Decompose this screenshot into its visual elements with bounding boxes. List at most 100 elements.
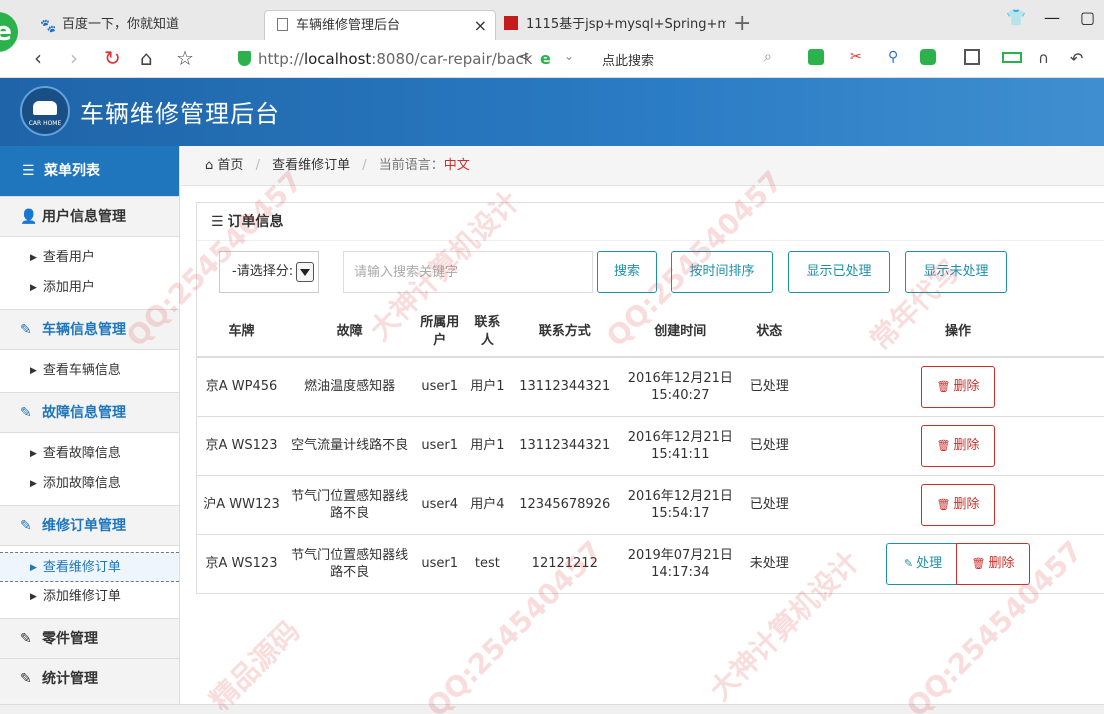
sidebar-item-view-users[interactable]: ▶ 查看用户 [0, 243, 179, 273]
sidebar-group-vehicles[interactable]: ✎ 车辆信息管理 [0, 309, 179, 349]
sidebar: ☰ 菜单列表 👤 用户信息管理 ▶ 查看用户 ▶ 添加用户 ✎ 车辆信息管理 ▶ 查看车辆信… [0, 146, 180, 714]
sidebar-group-faults[interactable]: ✎ 故障信息管理 [0, 392, 179, 432]
search-input[interactable] [343, 251, 593, 293]
cell-user: user1 [413, 533, 467, 593]
status-badge: 未处理 [739, 533, 799, 593]
col-created: 创建时间 [620, 307, 740, 358]
cell-fault: 燃油温度感知器 [286, 356, 414, 416]
magnifier-icon[interactable]: ⚲ [888, 49, 904, 65]
browser-tab-active[interactable]: 车辆维修管理后台 × [264, 10, 496, 40]
url-field[interactable]: http://localhost:8080/car-repair/back [230, 44, 590, 74]
close-tab-icon[interactable]: × [474, 11, 487, 40]
skin-icon[interactable]: 👕 [1006, 8, 1026, 27]
cell-created: 2016年12月21日 15:54:17 [620, 474, 740, 534]
table-row: 京A WP456 燃油温度感知器 user1 用户1 13112344321 2… [197, 356, 1104, 416]
cell-fault: 空气流量计线路不良 [286, 415, 414, 475]
delete-button[interactable]: 🗑 删除 [955, 542, 1030, 585]
chevron-down-icon [296, 262, 314, 282]
scissors-icon[interactable]: ✂ [850, 49, 866, 65]
breadcrumb-home[interactable]: 首页 [217, 158, 243, 173]
sidebar-group-users[interactable]: 👤 用户信息管理 [0, 196, 179, 236]
sidebar-item-view-vehicles[interactable]: ▶ 查看车辆信息 [0, 356, 179, 386]
caret-right-icon: ▶ [30, 479, 37, 489]
process-button[interactable]: ✎ 处理 [885, 542, 960, 585]
cell-created: 2019年07月21日 14:17:34 [620, 533, 740, 593]
table-header-row: 车牌 故障 所属用户 联系人 联系方式 创建时间 状态 操作 [197, 307, 1104, 358]
delete-button[interactable]: 🗑 删除 [920, 365, 995, 408]
cell-fault: 节气门位置感知器线路不良 [286, 533, 414, 593]
chevron-down-icon[interactable]: ⌄ [564, 49, 580, 65]
caret-right-icon: ▶ [30, 592, 37, 602]
cell-created: 2016年12月21日 15:41:11 [620, 415, 740, 475]
search-hint[interactable]: 点此搜索 [602, 50, 654, 69]
refresh-icon[interactable]: ↻ [104, 46, 121, 70]
trash-icon: 🗑 [971, 556, 986, 570]
ie-compat-icon[interactable]: e [540, 49, 556, 68]
edit-icon: ✎ [20, 631, 32, 647]
caret-right-icon: ▶ [30, 366, 37, 376]
forward-icon[interactable]: › [70, 46, 78, 70]
trash-icon: 🗑 [936, 497, 951, 511]
cell-contact: 用户1 [466, 415, 509, 475]
caret-right-icon: ▶ [30, 563, 37, 573]
sort-by-time-button[interactable]: 按时间排序 [671, 251, 773, 293]
star-icon[interactable]: ☆ [176, 46, 194, 70]
browser-tab-bar: 🐾 百度一下，你就知道 车辆维修管理后台 × 1115基于jsp+mysql+Sp… [0, 0, 1104, 40]
watermark-text: 精品源码 [203, 614, 307, 714]
delete-button[interactable]: 🗑 删除 [920, 483, 995, 526]
sidebar-item-add-user[interactable]: ▶ 添加用户 [0, 273, 179, 303]
cell-fault: 节气门位置感知器线路不良 [286, 474, 414, 534]
extension-green-icon[interactable] [808, 49, 824, 65]
edit-icon: ✎ [20, 405, 32, 421]
col-status: 状态 [739, 307, 799, 358]
user-icon: 👤 [20, 209, 38, 225]
show-processed-button[interactable]: 显示已处理 [788, 251, 890, 293]
cell-actions: 🗑 删除 [798, 474, 1104, 534]
sidebar-item-view-orders[interactable]: ▶ 查看维修订单 [0, 552, 179, 582]
cell-phone: 12121212 [508, 533, 621, 593]
tab-title: 1115基于jsp+mysql+Spring+m [526, 17, 726, 32]
secure-shield-icon [238, 51, 251, 66]
apps-grid-icon[interactable] [964, 49, 980, 65]
cell-actions: ✎ 处理 🗑 删除 [798, 533, 1104, 593]
edit-icon: ✎ [20, 322, 32, 338]
col-actions: 操作 [798, 307, 1104, 358]
caret-right-icon: ▶ [30, 253, 37, 263]
share-icon[interactable]: ⋖ [518, 49, 534, 65]
status-badge: 已处理 [739, 474, 799, 534]
page-icon [277, 18, 288, 31]
language-value[interactable]: 中文 [444, 158, 470, 173]
back-icon[interactable]: ‹ [34, 46, 42, 70]
sidebar-item-add-fault[interactable]: ▶ 添加故障信息 [0, 469, 179, 499]
new-tab-button[interactable]: + [733, 10, 751, 38]
sidebar-group-stats[interactable]: ✎ 统计管理 [0, 658, 179, 698]
status-badge: 已处理 [739, 356, 799, 416]
search-button[interactable]: 搜索 [597, 251, 657, 293]
browser-tab-third[interactable]: 1115基于jsp+mysql+Spring+m [504, 10, 726, 40]
minimize-icon[interactable]: — [1044, 8, 1060, 27]
game-icon[interactable] [920, 49, 936, 65]
cell-plate: 沪A WW123 [197, 474, 287, 534]
headphones-icon[interactable]: ∩ [1038, 49, 1054, 67]
show-unprocessed-button[interactable]: 显示未处理 [905, 251, 1007, 293]
address-bar: ‹ › ↻ ⌂ ☆ http://localhost:8080/car-repa… [0, 40, 1104, 78]
delete-button[interactable]: 🗑 删除 [920, 424, 995, 467]
sidebar-item-view-faults[interactable]: ▶ 查看故障信息 [0, 439, 179, 469]
category-select[interactable]: -请选择分: [219, 251, 319, 293]
undo-icon[interactable]: ↶ [1070, 49, 1086, 68]
breadcrumb-current: 查看维修订单 [272, 158, 351, 173]
maximize-icon[interactable]: ▢ [1080, 8, 1095, 27]
cell-contact: 用户1 [466, 356, 509, 416]
search-icon[interactable]: ⌕ [764, 49, 780, 65]
sidebar-group-parts[interactable]: ✎ 零件管理 [0, 618, 179, 658]
cell-user: user1 [413, 356, 467, 416]
home-icon[interactable]: ⌂ [140, 46, 153, 70]
sidebar-group-orders[interactable]: ✎ 维修订单管理 [0, 505, 179, 545]
app-title: 车辆维修管理后台 [80, 100, 280, 128]
sidebar-item-add-order[interactable]: ▶ 添加维修订单 [0, 582, 179, 612]
battery-icon[interactable] [1002, 52, 1022, 63]
panel-title: ☰ 订单信息 [197, 203, 1104, 241]
browser-tab-baidu[interactable]: 🐾 百度一下，你就知道 [40, 10, 260, 40]
list-icon: ☰ [211, 214, 224, 230]
home-icon: ⌂ [205, 158, 214, 173]
